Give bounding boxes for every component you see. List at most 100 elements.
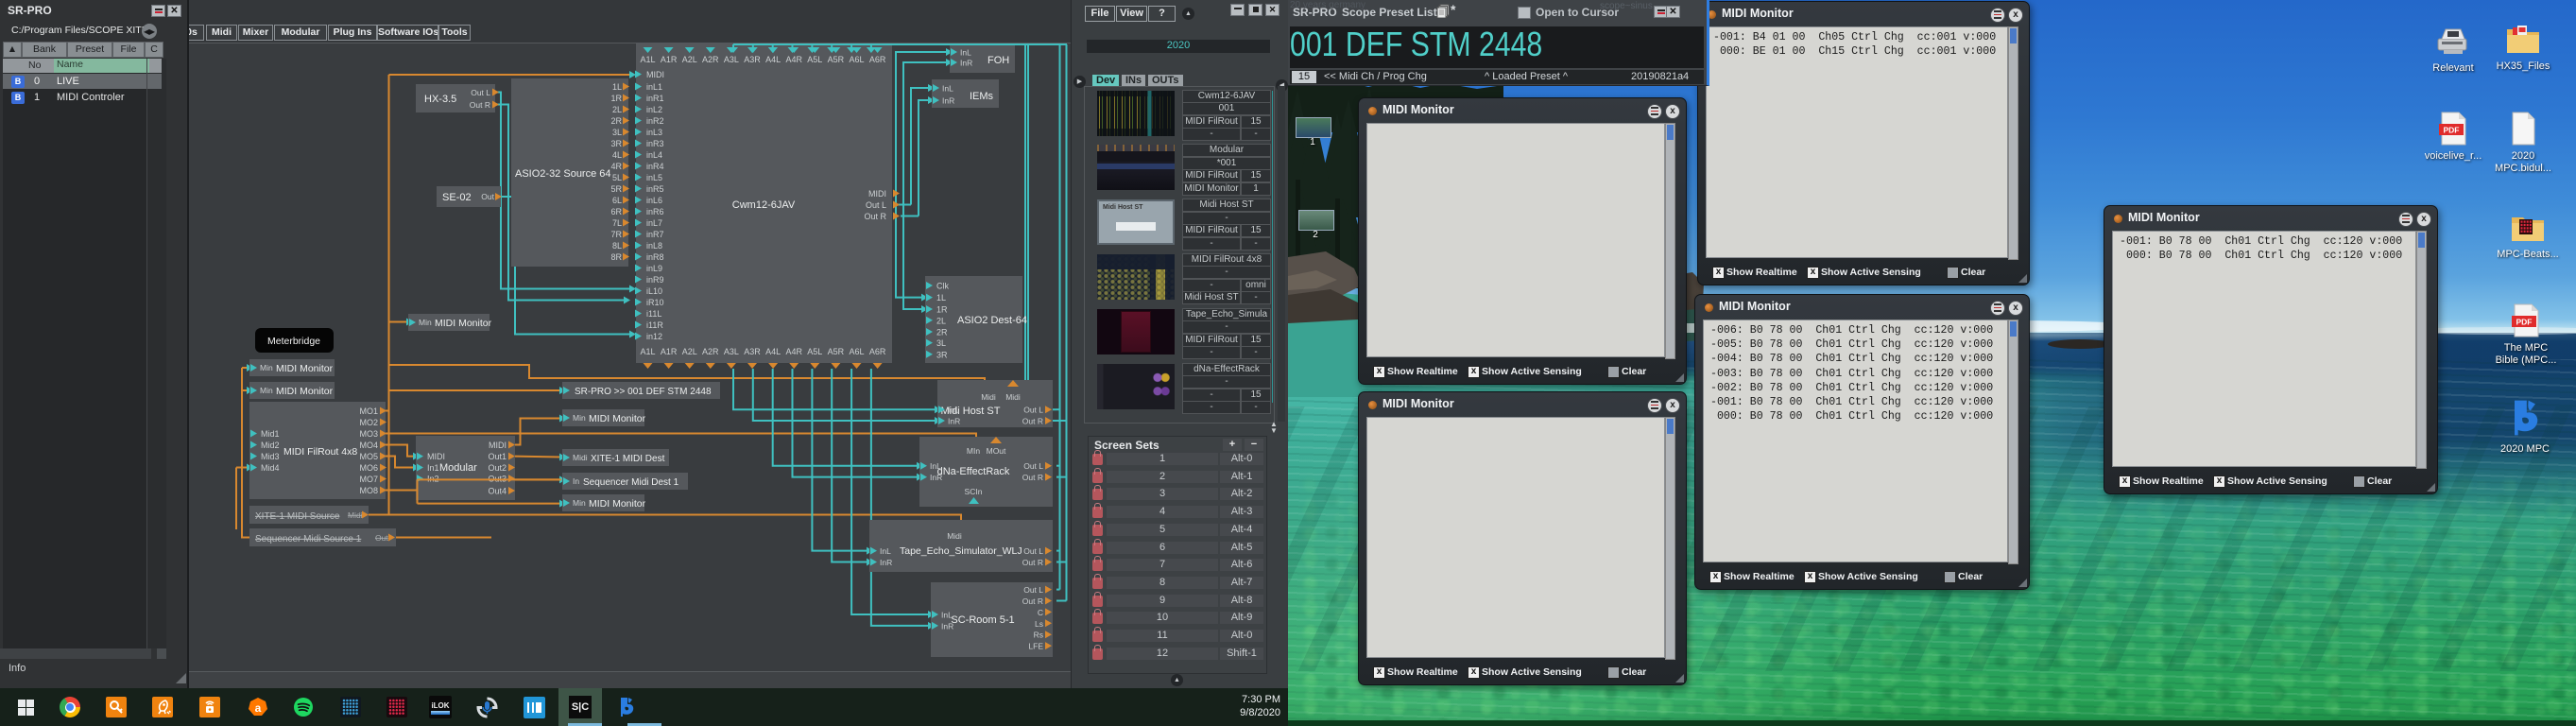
- svg-text:4R: 4R: [610, 162, 622, 171]
- svg-text:MO4: MO4: [359, 441, 378, 450]
- svg-text:InL: InL: [960, 48, 971, 58]
- svg-text:InL: InL: [880, 546, 891, 556]
- svg-text:Min: Min: [260, 363, 273, 372]
- svg-text:3L: 3L: [936, 338, 946, 348]
- svg-text:2L: 2L: [612, 105, 622, 114]
- svg-text:i11R: i11R: [646, 320, 663, 330]
- svg-text:A2L: A2L: [682, 347, 697, 356]
- svg-text:MO6: MO6: [359, 463, 378, 473]
- svg-text:3R: 3R: [610, 139, 622, 148]
- svg-text:Midi: Midi: [573, 453, 588, 462]
- svg-text:Modular: Modular: [439, 462, 477, 474]
- svg-text:in12: in12: [646, 332, 662, 341]
- svg-text:HX-3.5: HX-3.5: [424, 94, 456, 105]
- svg-text:iR10: iR10: [646, 298, 664, 307]
- svg-text:A5R: A5R: [828, 55, 845, 64]
- svg-text:A2R: A2R: [702, 347, 719, 356]
- svg-text:inR3: inR3: [646, 139, 664, 148]
- svg-text:InL: InL: [941, 611, 953, 620]
- svg-text:Mid4: Mid4: [261, 463, 280, 473]
- svg-text:PDF: PDF: [2516, 318, 2533, 327]
- svg-text:MO1: MO1: [359, 406, 378, 416]
- svg-text:A5R: A5R: [828, 347, 845, 356]
- svg-text:MO5: MO5: [359, 452, 378, 461]
- svg-text:Mid1: Mid1: [261, 429, 280, 439]
- svg-text:6R: 6R: [610, 207, 622, 216]
- svg-text:A2L: A2L: [682, 55, 697, 64]
- svg-text:i11L: i11L: [646, 309, 661, 319]
- svg-text:InR: InR: [930, 473, 942, 482]
- svg-text:MIDI: MIDI: [646, 70, 664, 79]
- svg-text:inL3: inL3: [646, 128, 662, 137]
- svg-text:MOut: MOut: [987, 446, 1006, 456]
- svg-text:A6R: A6R: [869, 55, 886, 64]
- svg-text:Out R: Out R: [1022, 417, 1043, 426]
- svg-text:A1R: A1R: [661, 55, 678, 64]
- svg-text:2R: 2R: [610, 116, 622, 126]
- svg-text:MIDI FilRout 4x8: MIDI FilRout 4x8: [283, 446, 357, 458]
- svg-text:Out R: Out R: [1022, 473, 1043, 482]
- svg-text:InL: InL: [948, 406, 959, 415]
- svg-text:InR: InR: [960, 59, 972, 68]
- svg-text:A3L: A3L: [724, 347, 739, 356]
- svg-text:1L: 1L: [936, 293, 946, 302]
- svg-text:1L: 1L: [612, 82, 622, 92]
- svg-text:MO8: MO8: [359, 486, 378, 495]
- svg-text:Midi: Midi: [348, 510, 363, 520]
- svg-text:MO3: MO3: [359, 429, 378, 439]
- svg-text:A2R: A2R: [702, 55, 719, 64]
- svg-text:In1: In1: [427, 463, 439, 473]
- svg-text:3R: 3R: [936, 350, 948, 359]
- svg-text:MIDI Monitor: MIDI Monitor: [276, 386, 334, 397]
- svg-text:A1R: A1R: [661, 347, 678, 356]
- svg-text:dNa-EffectRack: dNa-EffectRack: [937, 466, 1010, 477]
- svg-text:Out L: Out L: [866, 200, 886, 210]
- svg-text:Meterbridge: Meterbridge: [267, 336, 320, 347]
- svg-text:IEMs: IEMs: [970, 91, 994, 102]
- svg-text:7R: 7R: [610, 230, 622, 239]
- svg-text:MO7: MO7: [359, 475, 378, 484]
- svg-text:In: In: [573, 476, 579, 486]
- svg-text:2R: 2R: [936, 328, 948, 337]
- svg-text:6L: 6L: [612, 196, 622, 205]
- svg-text:MIDI Monitor: MIDI Monitor: [435, 318, 492, 329]
- svg-text:inR7: inR7: [646, 230, 664, 239]
- svg-text:A1L: A1L: [640, 347, 655, 356]
- svg-text:4L: 4L: [612, 150, 622, 160]
- svg-text:Cwm12-6JAV: Cwm12-6JAV: [732, 199, 796, 211]
- svg-text:InR: InR: [948, 417, 960, 426]
- svg-text:XITE-1 MIDI Dest: XITE-1 MIDI Dest: [591, 454, 665, 464]
- svg-text:inL6: inL6: [646, 196, 662, 205]
- svg-text:MIDI Monitor: MIDI Monitor: [589, 498, 646, 510]
- svg-text:SE-02: SE-02: [442, 192, 472, 203]
- svg-text:MO2: MO2: [359, 418, 378, 427]
- svg-text:FOH: FOH: [987, 55, 1009, 66]
- svg-text:a: a: [255, 701, 262, 715]
- svg-text:ASIO2 Dest-64: ASIO2 Dest-64: [957, 315, 1027, 326]
- svg-text:Min: Min: [260, 386, 273, 395]
- svg-text:Out L: Out L: [471, 88, 490, 97]
- svg-text:inL8: inL8: [646, 241, 662, 251]
- svg-text:A4R: A4R: [785, 55, 802, 64]
- svg-text:MIDI Monitor: MIDI Monitor: [589, 413, 646, 424]
- svg-text:3L: 3L: [612, 128, 622, 137]
- svg-text:MIDI: MIDI: [427, 452, 445, 461]
- svg-text:MIDI: MIDI: [489, 441, 507, 450]
- svg-text:LFE: LFE: [1028, 642, 1043, 651]
- svg-text:Out: Out: [375, 533, 388, 543]
- svg-text:A6L: A6L: [849, 347, 864, 356]
- svg-text:Mid2: Mid2: [261, 441, 280, 450]
- svg-text:inL5: inL5: [646, 173, 662, 182]
- svg-text:Midi: Midi: [981, 392, 996, 402]
- svg-text:Midi: Midi: [947, 531, 962, 541]
- svg-text:A6L: A6L: [849, 55, 864, 64]
- svg-text:A5L: A5L: [807, 347, 822, 356]
- svg-text:Sequencer Midi Dest 1: Sequencer Midi Dest 1: [583, 477, 679, 488]
- svg-text:inL7: inL7: [646, 218, 662, 228]
- svg-text:Out R: Out R: [1022, 596, 1043, 606]
- svg-text:inR4: inR4: [646, 162, 664, 171]
- svg-text:MIn: MIn: [967, 446, 980, 456]
- svg-text:C: C: [1038, 608, 1043, 617]
- svg-text:Ls: Ls: [1035, 619, 1043, 629]
- svg-text:2L: 2L: [936, 316, 946, 325]
